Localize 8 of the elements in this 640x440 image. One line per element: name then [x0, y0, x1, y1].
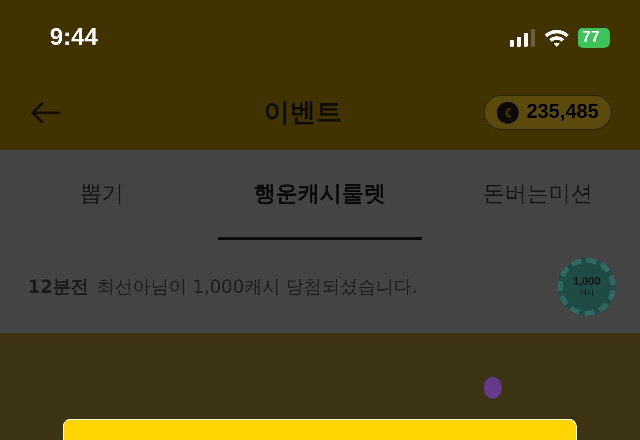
status-time: 9:44: [50, 24, 98, 52]
back-arrow-icon[interactable]: [30, 100, 62, 124]
cash-balance[interactable]: 235,485: [484, 95, 612, 130]
battery-level: 77: [578, 28, 610, 48]
coin-icon: [496, 102, 519, 124]
signal-icon: [510, 28, 536, 46]
balloon-dot: [484, 377, 502, 399]
wifi-icon: [544, 28, 570, 48]
